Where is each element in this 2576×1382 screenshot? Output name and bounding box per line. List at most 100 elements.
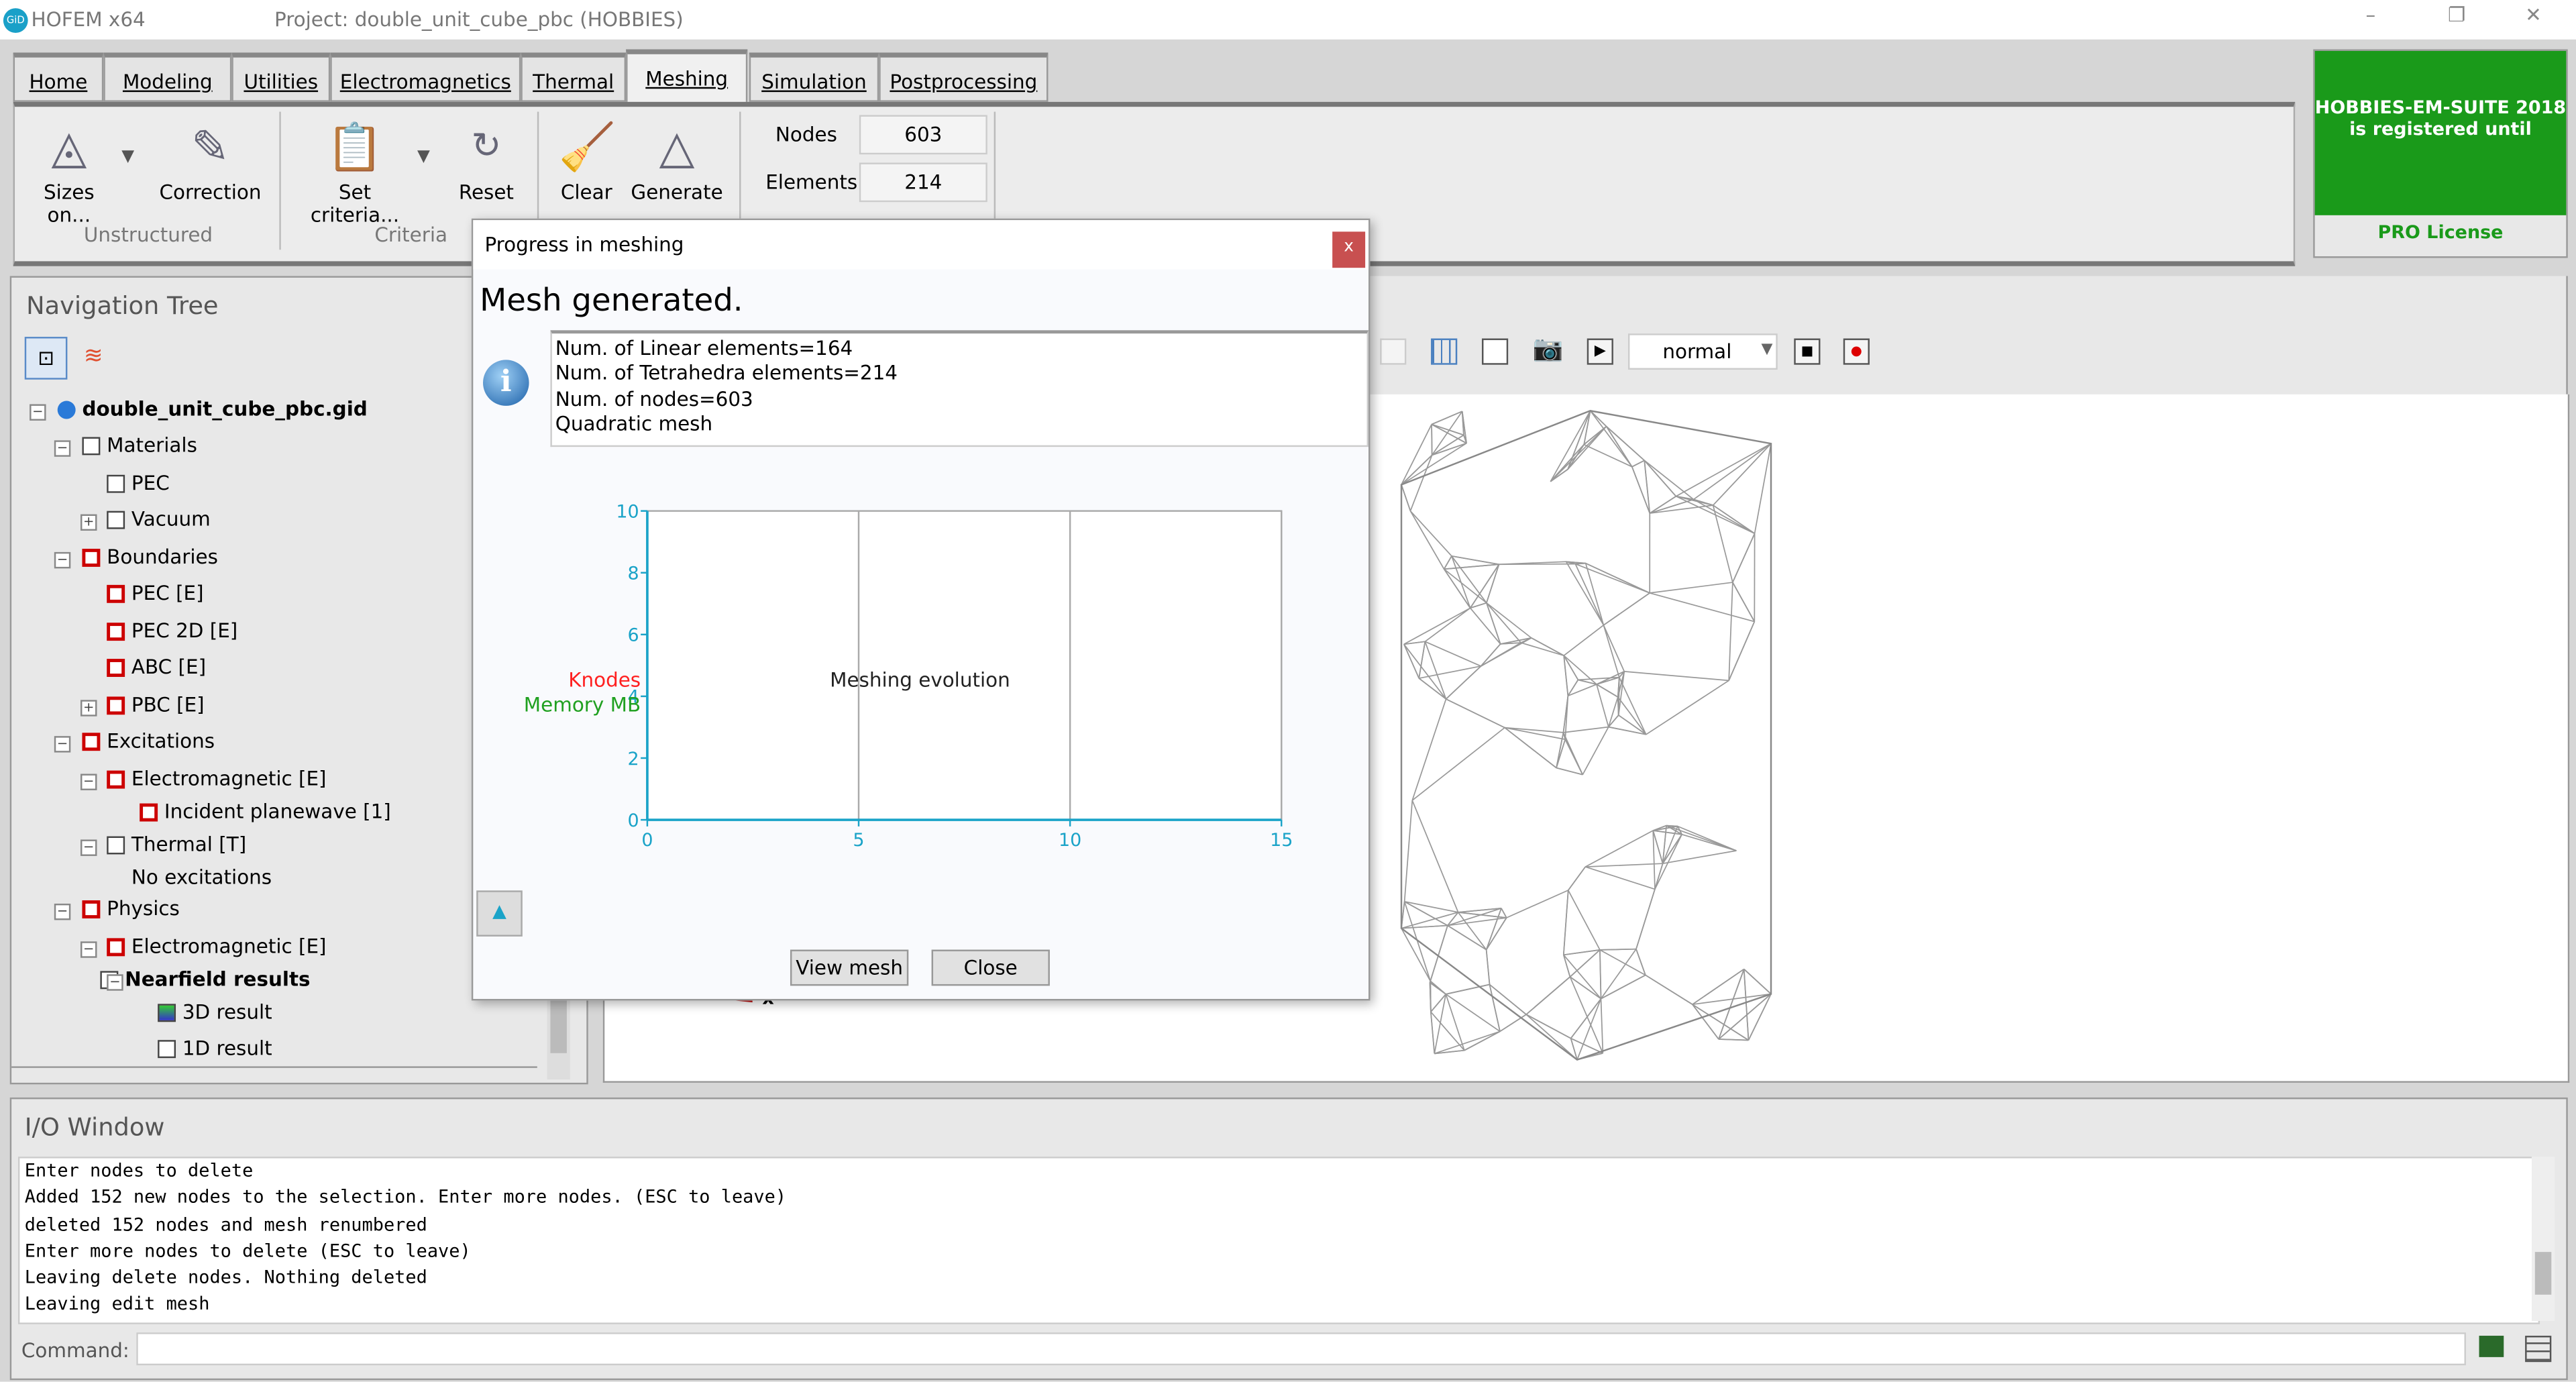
- mesh-edge: [1486, 564, 1500, 603]
- clear-button[interactable]: 🧹 Clear: [559, 115, 616, 204]
- tree-item[interactable]: 3D result: [158, 1000, 272, 1024]
- reset-label: Reset: [458, 180, 514, 204]
- tree-item[interactable]: Boundaries: [82, 545, 218, 568]
- mesh-edge: [1504, 727, 1566, 740]
- tree-view-toggle[interactable]: ⊡: [24, 337, 68, 380]
- tab-simulation[interactable]: Simulation: [749, 52, 879, 102]
- collapse-icon[interactable]: −: [54, 736, 71, 753]
- mesh-edge: [1644, 460, 1695, 500]
- tree-item[interactable]: 1D result: [158, 1036, 272, 1060]
- tab-electromagnetics[interactable]: Electromagnetics: [330, 52, 521, 102]
- mesh-edge: [1713, 443, 1772, 506]
- expand-icon[interactable]: +: [80, 700, 97, 716]
- mesh-edge: [1451, 555, 1471, 608]
- tree-item-label: PEC [E]: [131, 581, 204, 605]
- chevron-down-icon[interactable]: ▼: [417, 148, 430, 166]
- tree-item[interactable]: double_unit_cube_pbc.gid: [57, 398, 368, 421]
- collapse-icon[interactable]: −: [80, 941, 97, 958]
- collapse-icon[interactable]: −: [30, 404, 46, 421]
- tree-item[interactable]: PEC [E]: [107, 581, 204, 605]
- mesh-edge: [1564, 739, 1583, 776]
- sizes-on-button[interactable]: ◬ Sizes on...: [23, 115, 115, 227]
- correction-button[interactable]: ✎ Correction: [158, 115, 263, 204]
- render-mode-select[interactable]: normal ▼: [1627, 333, 1778, 370]
- tree-item[interactable]: Vacuum: [107, 508, 211, 531]
- close-window-button[interactable]: ✕: [2525, 3, 2542, 26]
- tree-item[interactable]: Physics: [82, 897, 180, 920]
- tree-item[interactable]: No excitations: [131, 866, 272, 889]
- collapse-icon[interactable]: −: [54, 440, 71, 457]
- collapse-icon[interactable]: −: [54, 903, 71, 920]
- command-input[interactable]: [136, 1332, 2466, 1366]
- mesh-edge: [1401, 484, 1411, 511]
- collapse-icon[interactable]: −: [107, 974, 123, 991]
- restore-button[interactable]: ❐: [2448, 3, 2465, 26]
- play-icon[interactable]: ▶: [1587, 338, 1613, 365]
- mesh-grid-icon[interactable]: [1431, 338, 1458, 365]
- stop-icon[interactable]: ■: [1794, 338, 1821, 365]
- mesh-edge: [1481, 637, 1532, 667]
- tree-item[interactable]: PEC 2D [E]: [107, 619, 237, 643]
- tab-home[interactable]: Home: [13, 52, 104, 102]
- collapse-icon[interactable]: −: [80, 839, 97, 856]
- tree-item[interactable]: Incident planewave [1]: [140, 800, 391, 823]
- minimize-button[interactable]: –: [2366, 3, 2376, 26]
- license-panel: HOBBIES-EM-SUITE 2018 is registered unti…: [2313, 49, 2568, 258]
- mesh-edge: [1603, 592, 1650, 626]
- mesh-edge: [1464, 1030, 1501, 1051]
- layers-icon[interactable]: ≋: [84, 343, 103, 370]
- view-mesh-button[interactable]: View mesh: [790, 949, 909, 986]
- tree-item[interactable]: Materials: [82, 434, 197, 457]
- tree-item-label: Nearfield results: [125, 967, 311, 991]
- grid-icon[interactable]: [2525, 1336, 2552, 1363]
- tree-item[interactable]: Electromagnetic [E]: [107, 767, 327, 790]
- mesh-edge: [1728, 621, 1756, 681]
- collapse-icon[interactable]: −: [54, 551, 71, 569]
- camera-icon[interactable]: 📷: [1533, 333, 1564, 363]
- tree-node-icon: [107, 584, 125, 602]
- title-bar: GiD HOFEM x64 Project: double_unit_cube_…: [0, 0, 2576, 40]
- mesh-edge: [1499, 563, 1576, 566]
- collapse-button[interactable]: ▲: [476, 890, 523, 937]
- tree-item[interactable]: PBC [E]: [107, 693, 205, 716]
- io-line: Added 152 new nodes to the selection. En…: [24, 1186, 787, 1208]
- tree-item[interactable]: Thermal [T]: [107, 833, 246, 856]
- mesh-edge: [1676, 443, 1772, 497]
- collapse-icon[interactable]: −: [80, 774, 97, 790]
- mesh-edge: [1650, 498, 1694, 514]
- render-mode-value: normal: [1662, 339, 1732, 364]
- expand-icon[interactable]: +: [80, 514, 97, 531]
- frame-icon[interactable]: [1481, 338, 1509, 365]
- close-button[interactable]: Close: [931, 949, 1050, 986]
- chevron-down-icon[interactable]: ▼: [121, 148, 134, 166]
- tab-postprocessing[interactable]: Postprocessing: [879, 52, 1049, 102]
- tab-utilities[interactable]: Utilities: [231, 52, 331, 102]
- mesh-edge: [1424, 607, 1471, 642]
- grid-icon[interactable]: [1380, 338, 1407, 365]
- tree-item[interactable]: PEC: [107, 472, 170, 494]
- io-window-title: I/O Window: [24, 1112, 165, 1142]
- tree-node-icon: [82, 732, 101, 750]
- terminal-icon[interactable]: [2479, 1336, 2504, 1357]
- dialog-close-button[interactable]: x: [1332, 231, 1366, 268]
- tree-item[interactable]: ABC [E]: [107, 655, 206, 678]
- io-line: Enter more nodes to delete (ESC to leave…: [24, 1240, 471, 1262]
- tab-meshing[interactable]: Meshing: [626, 49, 748, 104]
- mesh-edge: [1486, 602, 1521, 643]
- tree-item[interactable]: Electromagnetic [E]: [107, 935, 327, 958]
- generate-button[interactable]: △ Generate: [631, 115, 722, 204]
- io-scrollbar[interactable]: [2531, 1157, 2555, 1321]
- reset-button[interactable]: ↻ Reset: [457, 115, 516, 204]
- tree-item[interactable]: Nearfield results: [100, 967, 311, 991]
- tetrahedron-icon: △: [659, 119, 695, 174]
- mesh-edge: [1411, 698, 1447, 801]
- tab-modeling[interactable]: Modeling: [103, 52, 232, 102]
- tab-thermal[interactable]: Thermal: [521, 52, 627, 102]
- mesh-edge: [1480, 643, 1501, 667]
- tree-item[interactable]: Excitations: [82, 729, 215, 753]
- record-icon[interactable]: ●: [1843, 338, 1870, 365]
- mesh-edge: [1743, 969, 1750, 1041]
- set-criteria-button[interactable]: 📋 Set criteria...: [299, 115, 411, 227]
- mesh-edge: [1444, 564, 1499, 570]
- mesh-edge: [1652, 830, 1656, 890]
